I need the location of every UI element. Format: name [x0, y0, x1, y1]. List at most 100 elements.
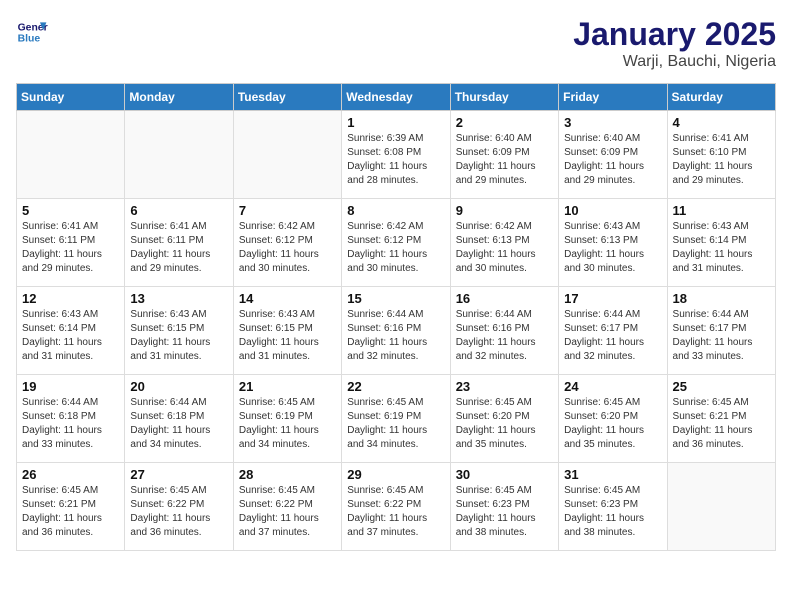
day-number: 3: [564, 115, 661, 130]
logo: General Blue: [16, 16, 48, 48]
day-number: 27: [130, 467, 227, 482]
day-detail: Sunrise: 6:39 AM Sunset: 6:08 PM Dayligh…: [347, 132, 444, 188]
calendar-cell: [125, 111, 233, 199]
day-detail: Sunrise: 6:41 AM Sunset: 6:11 PM Dayligh…: [130, 220, 227, 276]
calendar-cell: 27 Sunrise: 6:45 AM Sunset: 6:22 PM Dayli…: [125, 463, 233, 551]
calendar-cell: 30 Sunrise: 6:45 AM Sunset: 6:23 PM Dayli…: [450, 463, 558, 551]
day-number: 10: [564, 203, 661, 218]
calendar-cell: 6 Sunrise: 6:41 AM Sunset: 6:11 PM Daylig…: [125, 199, 233, 287]
logo-icon: General Blue: [16, 16, 48, 48]
calendar-cell: 29 Sunrise: 6:45 AM Sunset: 6:22 PM Dayli…: [342, 463, 450, 551]
calendar-table: SundayMondayTuesdayWednesdayThursdayFrid…: [16, 83, 776, 551]
weekday-header: Monday: [125, 84, 233, 111]
calendar-cell: 1 Sunrise: 6:39 AM Sunset: 6:08 PM Daylig…: [342, 111, 450, 199]
day-number: 9: [456, 203, 553, 218]
day-number: 2: [456, 115, 553, 130]
day-detail: Sunrise: 6:42 AM Sunset: 6:13 PM Dayligh…: [456, 220, 553, 276]
calendar-cell: 25 Sunrise: 6:45 AM Sunset: 6:21 PM Dayli…: [667, 375, 775, 463]
day-number: 17: [564, 291, 661, 306]
calendar-week-row: 1 Sunrise: 6:39 AM Sunset: 6:08 PM Daylig…: [17, 111, 776, 199]
day-number: 15: [347, 291, 444, 306]
weekday-header-row: SundayMondayTuesdayWednesdayThursdayFrid…: [17, 84, 776, 111]
header: General Blue January 2025 Warji, Bauchi,…: [16, 16, 776, 71]
location-subtitle: Warji, Bauchi, Nigeria: [573, 53, 776, 71]
calendar-cell: [17, 111, 125, 199]
day-number: 14: [239, 291, 336, 306]
day-number: 8: [347, 203, 444, 218]
calendar-cell: 20 Sunrise: 6:44 AM Sunset: 6:18 PM Dayli…: [125, 375, 233, 463]
weekday-header: Thursday: [450, 84, 558, 111]
calendar-week-row: 5 Sunrise: 6:41 AM Sunset: 6:11 PM Daylig…: [17, 199, 776, 287]
day-number: 29: [347, 467, 444, 482]
day-detail: Sunrise: 6:43 AM Sunset: 6:15 PM Dayligh…: [130, 308, 227, 364]
calendar-cell: 7 Sunrise: 6:42 AM Sunset: 6:12 PM Daylig…: [233, 199, 341, 287]
day-number: 24: [564, 379, 661, 394]
day-detail: Sunrise: 6:45 AM Sunset: 6:19 PM Dayligh…: [347, 396, 444, 452]
day-detail: Sunrise: 6:45 AM Sunset: 6:22 PM Dayligh…: [347, 484, 444, 540]
title-area: January 2025 Warji, Bauchi, Nigeria: [573, 16, 776, 71]
day-detail: Sunrise: 6:45 AM Sunset: 6:22 PM Dayligh…: [130, 484, 227, 540]
day-number: 4: [673, 115, 770, 130]
day-detail: Sunrise: 6:44 AM Sunset: 6:18 PM Dayligh…: [130, 396, 227, 452]
calendar-cell: 9 Sunrise: 6:42 AM Sunset: 6:13 PM Daylig…: [450, 199, 558, 287]
calendar-cell: 15 Sunrise: 6:44 AM Sunset: 6:16 PM Dayli…: [342, 287, 450, 375]
weekday-header: Tuesday: [233, 84, 341, 111]
day-detail: Sunrise: 6:45 AM Sunset: 6:20 PM Dayligh…: [564, 396, 661, 452]
day-detail: Sunrise: 6:41 AM Sunset: 6:11 PM Dayligh…: [22, 220, 119, 276]
day-number: 22: [347, 379, 444, 394]
day-detail: Sunrise: 6:45 AM Sunset: 6:19 PM Dayligh…: [239, 396, 336, 452]
calendar-cell: [667, 463, 775, 551]
day-detail: Sunrise: 6:45 AM Sunset: 6:21 PM Dayligh…: [673, 396, 770, 452]
calendar-cell: 26Sunrise: 6:45 AM Sunset: 6:21 PM Dayli…: [17, 463, 125, 551]
day-detail: Sunrise: 6:45 AM Sunset: 6:23 PM Dayligh…: [456, 484, 553, 540]
calendar-cell: 24 Sunrise: 6:45 AM Sunset: 6:20 PM Dayli…: [559, 375, 667, 463]
day-number: 1: [347, 115, 444, 130]
weekday-header: Saturday: [667, 84, 775, 111]
day-number: 21: [239, 379, 336, 394]
calendar-cell: 5 Sunrise: 6:41 AM Sunset: 6:11 PM Daylig…: [17, 199, 125, 287]
day-detail: Sunrise: 6:43 AM Sunset: 6:15 PM Dayligh…: [239, 308, 336, 364]
calendar-cell: 11Sunrise: 6:43 AM Sunset: 6:14 PM Dayli…: [667, 199, 775, 287]
day-detail: Sunrise: 6:43 AM Sunset: 6:14 PM Dayligh…: [673, 220, 770, 276]
day-detail: Sunrise: 6:41 AM Sunset: 6:10 PM Dayligh…: [673, 132, 770, 188]
day-number: 12: [22, 291, 119, 306]
day-detail: Sunrise: 6:40 AM Sunset: 6:09 PM Dayligh…: [456, 132, 553, 188]
day-detail: Sunrise: 6:40 AM Sunset: 6:09 PM Dayligh…: [564, 132, 661, 188]
calendar-cell: 18Sunrise: 6:44 AM Sunset: 6:17 PM Dayli…: [667, 287, 775, 375]
weekday-header: Sunday: [17, 84, 125, 111]
day-number: 13: [130, 291, 227, 306]
day-detail: Sunrise: 6:44 AM Sunset: 6:17 PM Dayligh…: [564, 308, 661, 364]
month-title: January 2025: [573, 16, 776, 53]
calendar-week-row: 26Sunrise: 6:45 AM Sunset: 6:21 PM Dayli…: [17, 463, 776, 551]
calendar-cell: 31 Sunrise: 6:45 AM Sunset: 6:23 PM Dayli…: [559, 463, 667, 551]
calendar-cell: 17 Sunrise: 6:44 AM Sunset: 6:17 PM Dayli…: [559, 287, 667, 375]
weekday-header: Wednesday: [342, 84, 450, 111]
day-detail: Sunrise: 6:43 AM Sunset: 6:14 PM Dayligh…: [22, 308, 119, 364]
calendar-cell: 10Sunrise: 6:43 AM Sunset: 6:13 PM Dayli…: [559, 199, 667, 287]
day-number: 7: [239, 203, 336, 218]
svg-text:Blue: Blue: [18, 34, 41, 45]
calendar-cell: 2 Sunrise: 6:40 AM Sunset: 6:09 PM Daylig…: [450, 111, 558, 199]
day-detail: Sunrise: 6:44 AM Sunset: 6:18 PM Dayligh…: [22, 396, 119, 452]
day-detail: Sunrise: 6:44 AM Sunset: 6:16 PM Dayligh…: [456, 308, 553, 364]
day-number: 18: [673, 291, 770, 306]
calendar-week-row: 12 Sunrise: 6:43 AM Sunset: 6:14 PM Dayli…: [17, 287, 776, 375]
day-detail: Sunrise: 6:45 AM Sunset: 6:22 PM Dayligh…: [239, 484, 336, 540]
day-number: 25: [673, 379, 770, 394]
day-number: 31: [564, 467, 661, 482]
day-detail: Sunrise: 6:42 AM Sunset: 6:12 PM Dayligh…: [239, 220, 336, 276]
day-detail: Sunrise: 6:44 AM Sunset: 6:16 PM Dayligh…: [347, 308, 444, 364]
day-detail: Sunrise: 6:45 AM Sunset: 6:21 PM Dayligh…: [22, 484, 119, 540]
day-number: 30: [456, 467, 553, 482]
day-number: 20: [130, 379, 227, 394]
day-number: 6: [130, 203, 227, 218]
calendar-cell: 16Sunrise: 6:44 AM Sunset: 6:16 PM Dayli…: [450, 287, 558, 375]
calendar-cell: 28 Sunrise: 6:45 AM Sunset: 6:22 PM Dayli…: [233, 463, 341, 551]
calendar-cell: 21 Sunrise: 6:45 AM Sunset: 6:19 PM Dayli…: [233, 375, 341, 463]
day-number: 5: [22, 203, 119, 218]
day-detail: Sunrise: 6:45 AM Sunset: 6:23 PM Dayligh…: [564, 484, 661, 540]
day-number: 19: [22, 379, 119, 394]
calendar-cell: 22 Sunrise: 6:45 AM Sunset: 6:19 PM Dayli…: [342, 375, 450, 463]
day-number: 28: [239, 467, 336, 482]
calendar-cell: 8Sunrise: 6:42 AM Sunset: 6:12 PM Daylig…: [342, 199, 450, 287]
